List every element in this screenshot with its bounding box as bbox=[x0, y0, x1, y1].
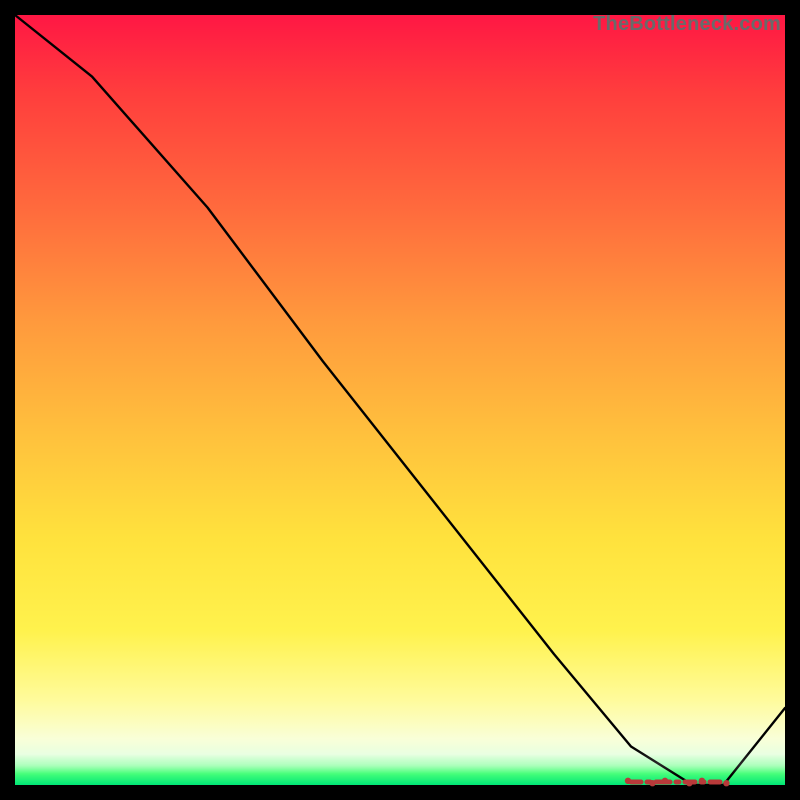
chart-stage: TheBottleneck.com bbox=[0, 0, 800, 800]
chart-plot-area: TheBottleneck.com bbox=[15, 15, 785, 785]
bottleneck-curve bbox=[15, 15, 785, 785]
chart-svg bbox=[15, 15, 785, 785]
